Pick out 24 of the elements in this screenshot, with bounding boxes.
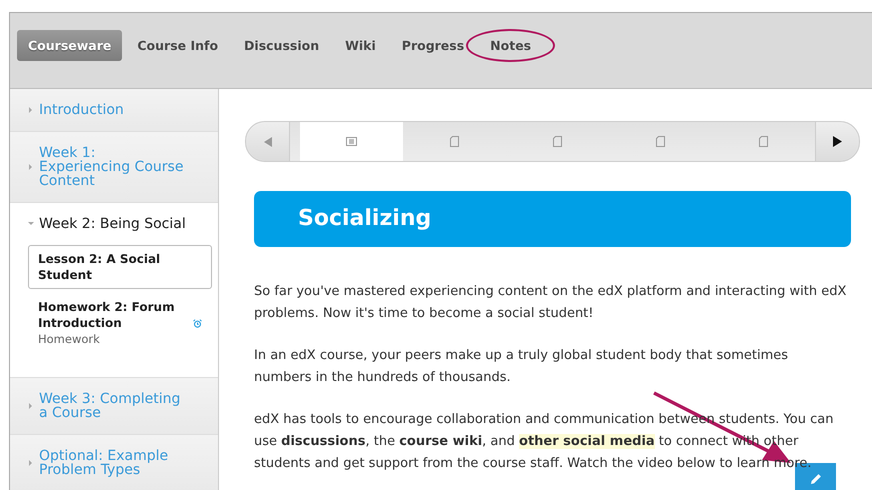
page-icon (656, 136, 665, 147)
nav-tab[interactable]: Wiki (334, 30, 387, 61)
section-heading: Socializing (254, 191, 851, 247)
chapter-link[interactable]: Week 2: Being Social (39, 217, 186, 231)
body-paragraph: In an edX course, your peers make up a truly global student body that sometimes numbers in the hundreds of thousands. (254, 347, 790, 387)
body-paragraph: So far you've mastered experiencing content on the edX platform and interacting with edX problems. Now it's time to become a social student! (254, 283, 848, 323)
film-icon (346, 137, 357, 146)
triangle-left-icon (264, 136, 272, 146)
unit-tab[interactable] (300, 122, 403, 161)
nav-tab[interactable]: Courseware (17, 30, 122, 61)
page-icon (450, 136, 459, 147)
lesson-item[interactable]: Lesson 2: A Social Student (28, 245, 212, 289)
triangle-right-icon (833, 136, 842, 147)
nav-tab[interactable]: Course Info (126, 30, 230, 61)
next-button[interactable] (815, 122, 859, 161)
page-icon (553, 136, 562, 147)
nav-tab[interactable]: Notes (466, 29, 556, 62)
pencil-icon (810, 473, 822, 485)
lesson-item[interactable]: Homework 2: Forum Introduction Homework (28, 293, 212, 353)
lesson-type: Homework (38, 331, 101, 347)
nav-tab[interactable]: Discussion (233, 30, 330, 61)
lesson-title: Lesson 2: A Social Student (38, 251, 162, 283)
page-icon (759, 136, 768, 147)
lesson-title: Homework 2: Forum Introduction (38, 299, 176, 331)
